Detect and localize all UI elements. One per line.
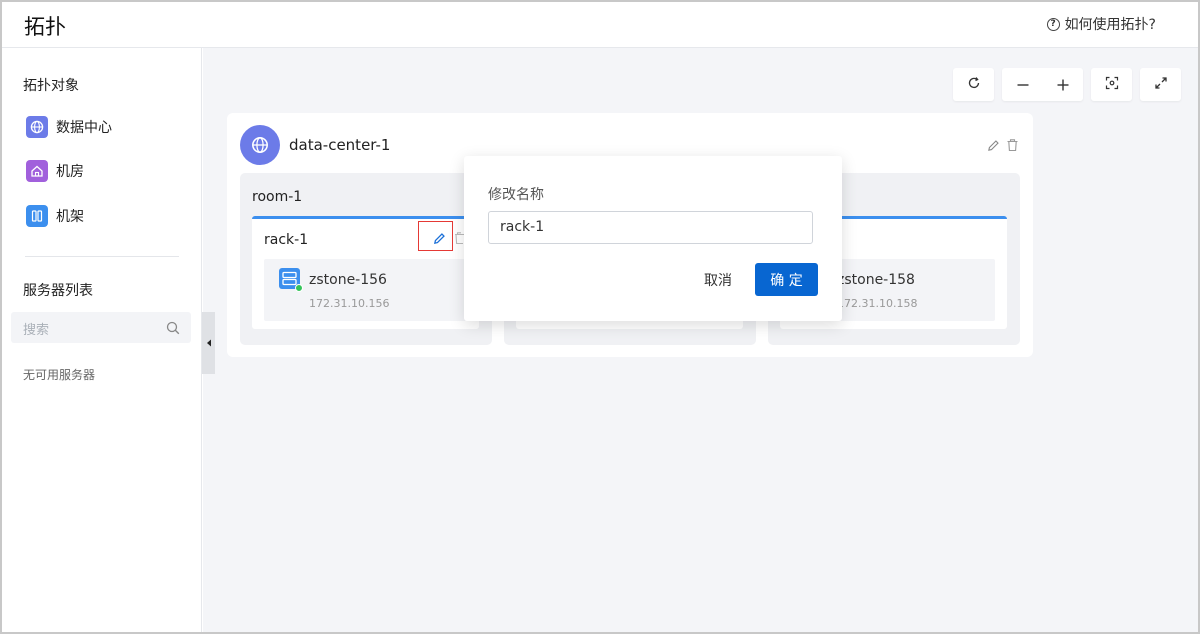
help-link[interactable]: ? 如何使用拓扑? [1046, 14, 1156, 34]
dialog-title: 修改名称 [488, 187, 544, 203]
globe-icon [240, 125, 280, 165]
plus-icon[interactable] [1056, 77, 1070, 96]
globe-icon [26, 116, 48, 138]
rename-dialog: 修改名称 rack-1 取消 确 定 [464, 156, 842, 321]
zoom-controls [1002, 68, 1083, 101]
rack-name: rack-1 [264, 232, 309, 248]
edit-icon[interactable] [433, 230, 446, 249]
rack-icon [26, 205, 48, 227]
sidebar-collapse-toggle[interactable] [202, 312, 215, 374]
room-name: room-1 [252, 189, 303, 205]
house-icon [26, 160, 48, 182]
page-title: 拓扑 [24, 15, 66, 39]
sidebar-divider [25, 256, 179, 257]
empty-server-text: 无可用服务器 [23, 368, 96, 382]
cancel-button[interactable]: 取消 [689, 263, 747, 296]
delete-icon[interactable] [1006, 137, 1019, 156]
datacenter-name: data-center-1 [289, 136, 391, 154]
server-item[interactable]: zstone-156 172.31.10.156 [264, 259, 467, 321]
server-search-input[interactable]: 搜索 [11, 312, 191, 343]
online-status-dot [295, 284, 303, 292]
help-label: 如何使用拓扑? [1064, 17, 1156, 33]
refresh-button[interactable] [953, 68, 994, 101]
refresh-icon [967, 75, 981, 94]
name-input[interactable]: rack-1 [488, 211, 813, 244]
search-icon[interactable] [166, 320, 180, 339]
datacenter-actions [987, 137, 1019, 156]
object-item-room[interactable]: 机房 [26, 160, 84, 182]
expand-icon [1154, 75, 1168, 94]
server-list-title: 服务器列表 [23, 283, 93, 299]
server-ip: 172.31.10.156 [309, 297, 390, 310]
object-item-label: 机房 [56, 164, 84, 180]
object-item-rack[interactable]: 机架 [26, 205, 84, 227]
topology-canvas[interactable]: data-center-1 room-1 rack-1 zstone-156 1… [203, 48, 1198, 632]
server-name: zstone-158 [837, 272, 915, 288]
delete-icon[interactable] [454, 230, 464, 249]
object-item-label: 机架 [56, 209, 84, 225]
object-item-datacenter[interactable]: 数据中心 [26, 116, 112, 138]
search-placeholder: 搜索 [23, 323, 50, 338]
edit-icon[interactable] [987, 137, 1000, 156]
help-icon: ? [1046, 17, 1060, 31]
object-item-label: 数据中心 [56, 120, 112, 136]
room-card[interactable]: room-1 rack-1 zstone-156 172.31.10.156 [240, 173, 492, 345]
minus-icon[interactable] [1016, 77, 1030, 96]
fit-screen-button[interactable] [1091, 68, 1132, 101]
fullscreen-button[interactable] [1140, 68, 1181, 101]
server-ip: 172.31.10.158 [837, 297, 918, 310]
fit-screen-icon [1105, 75, 1119, 94]
sidebar: 拓扑对象 数据中心 机房 机架 服务器列表 搜索 无可用服务器 [2, 48, 202, 632]
top-bar: 拓扑 ? 如何使用拓扑? [2, 2, 1198, 48]
caret-left-icon [206, 339, 211, 347]
confirm-button[interactable]: 确 定 [755, 263, 818, 296]
rack-edit-highlight[interactable] [418, 221, 453, 251]
server-name: zstone-156 [309, 272, 387, 288]
topology-objects-title: 拓扑对象 [23, 78, 79, 94]
